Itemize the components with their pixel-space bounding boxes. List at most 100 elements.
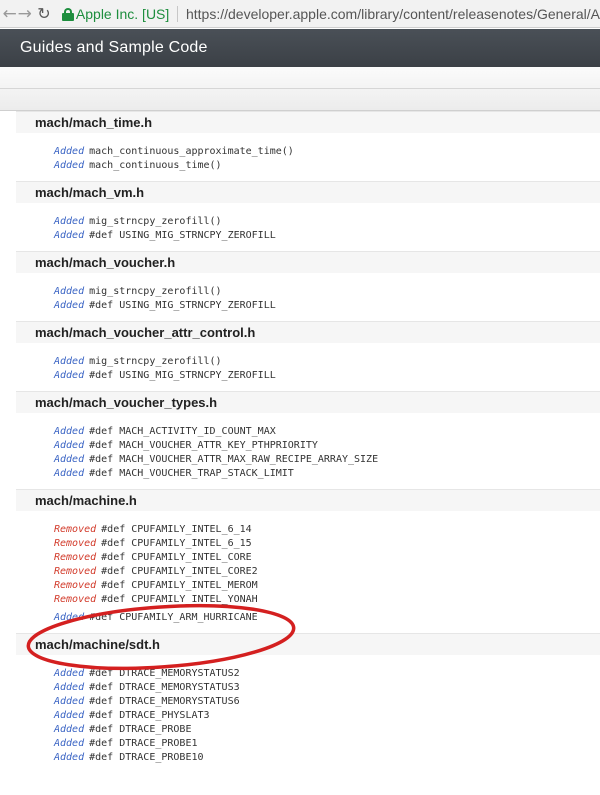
change-tag: Added xyxy=(54,752,85,763)
subbar-divider xyxy=(0,88,600,89)
change-line: Removed #def CPUFAMILY_INTEL_6_14 xyxy=(54,523,600,537)
change-line: Removed #def CPUFAMILY_INTEL_YONAH xyxy=(54,593,600,607)
change-line: Added #def DTRACE_MEMORYSTATUS6 xyxy=(54,695,600,709)
symbol-code: mach_continuous_approximate_time() xyxy=(89,146,294,157)
change-line: Added #def USING_MIG_STRNCPY_ZEROFILL xyxy=(54,229,600,243)
symbol-code: #def CPUFAMILY_INTEL_MEROM xyxy=(101,580,258,591)
section-lines: Added mig_strncpy_zerofill() Added #def USI… xyxy=(16,273,600,321)
header-subbar xyxy=(0,67,600,111)
symbol-code: #def MACH_VOUCHER_TRAP_STACK_LIMIT xyxy=(89,468,294,479)
change-line: Added #def DTRACE_PHYSLAT3 xyxy=(54,709,600,723)
symbol-code: #def DTRACE_PROBE10 xyxy=(89,752,204,763)
symbol-code: #def DTRACE_PROBE xyxy=(89,724,192,735)
symbol-code: #def USING_MIG_STRNCPY_ZEROFILL xyxy=(89,230,276,241)
symbol-code: #def DTRACE_MEMORYSTATUS6 xyxy=(89,696,240,707)
symbol-code: #def DTRACE_PROBE1 xyxy=(89,738,198,749)
change-tag: Added xyxy=(54,710,85,721)
change-tag: Added xyxy=(54,682,85,693)
symbol-code: #def MACH_VOUCHER_ATTR_KEY_PTHPRIORITY xyxy=(89,440,318,451)
back-arrow-icon[interactable]: ← xyxy=(2,3,17,25)
change-line: Added #def MACH_VOUCHER_TRAP_STACK_LIMIT xyxy=(54,467,600,481)
change-tag: Added xyxy=(54,696,85,707)
section-header: mach/mach_time.h xyxy=(16,111,600,133)
change-line: Added mig_strncpy_zerofill() xyxy=(54,285,600,299)
symbol-code: #def MACH_ACTIVITY_ID_COUNT_MAX xyxy=(89,426,276,437)
symbol-code: mach_continuous_time() xyxy=(89,160,222,171)
site-identity[interactable]: Apple Inc. [US] xyxy=(76,6,169,22)
release-notes-content: mach/mach_time.h Added mach_continuous_app… xyxy=(16,111,600,773)
change-tag: Added xyxy=(54,668,85,679)
change-line: Added #def DTRACE_MEMORYSTATUS2 xyxy=(54,667,600,681)
symbol-code: #def DTRACE_MEMORYSTATUS2 xyxy=(89,668,240,679)
change-line: Added mach_continuous_approximate_time() xyxy=(54,145,600,159)
section-lines: Added #def DTRACE_MEMORYSTATUS2 Added #def … xyxy=(16,655,600,773)
section-header: mach/mach_voucher_attr_control.h xyxy=(16,321,600,343)
symbol-code: #def USING_MIG_STRNCPY_ZEROFILL xyxy=(89,300,276,311)
change-line: Added #def MACH_ACTIVITY_ID_COUNT_MAX xyxy=(54,425,600,439)
section-lines: Added #def MACH_ACTIVITY_ID_COUNT_MAX Adde… xyxy=(16,413,600,489)
browser-address-bar: ← → ↻ Apple Inc. [US] https://developer.… xyxy=(0,0,600,28)
change-tag: Removed xyxy=(54,538,97,549)
change-line: Added #def USING_MIG_STRNCPY_ZEROFILL xyxy=(54,369,600,383)
change-tag: Removed xyxy=(54,594,97,605)
section-lines: Removed #def CPUFAMILY_INTEL_6_14 Removed #… xyxy=(16,511,600,633)
symbol-code: #def DTRACE_PHYSLAT3 xyxy=(89,710,210,721)
symbol-code: #def CPUFAMILY_INTEL_YONAH xyxy=(101,594,258,605)
change-line: Added mig_strncpy_zerofill() xyxy=(54,215,600,229)
change-tag: Added xyxy=(54,300,85,311)
section-lines: Added mach_continuous_approximate_time() A… xyxy=(16,133,600,181)
change-tag: Added xyxy=(54,612,85,623)
url-field[interactable]: https://developer.apple.com/library/cont… xyxy=(186,6,600,22)
symbol-code: #def DTRACE_MEMORYSTATUS3 xyxy=(89,682,240,693)
symbol-code: mig_strncpy_zerofill() xyxy=(89,216,222,227)
change-tag: Added xyxy=(54,146,85,157)
section-header: mach/machine.h xyxy=(16,489,600,511)
change-line: Removed #def CPUFAMILY_INTEL_CORE2 xyxy=(54,565,600,579)
header-title[interactable]: Guides and Sample Code xyxy=(20,39,208,57)
change-tag: Added xyxy=(54,426,85,437)
change-line: Added #def CPUFAMILY_ARM_HURRICANE xyxy=(54,611,600,625)
change-tag: Added xyxy=(54,738,85,749)
change-line: Removed #def CPUFAMILY_INTEL_6_15 xyxy=(54,537,600,551)
address-separator xyxy=(177,5,178,22)
change-tag: Added xyxy=(54,356,85,367)
symbol-code: mig_strncpy_zerofill() xyxy=(89,286,222,297)
change-tag: Removed xyxy=(54,552,97,563)
change-tag: Removed xyxy=(54,524,97,535)
change-tag: Added xyxy=(54,440,85,451)
symbol-code: #def CPUFAMILY_INTEL_CORE2 xyxy=(101,566,258,577)
lock-icon xyxy=(61,7,74,21)
change-line: Added #def MACH_VOUCHER_ATTR_MAX_RAW_RECI… xyxy=(54,453,600,467)
change-tag: Added xyxy=(54,286,85,297)
symbol-code: mig_strncpy_zerofill() xyxy=(89,356,222,367)
change-line: Added #def MACH_VOUCHER_ATTR_KEY_PTHPRIOR… xyxy=(54,439,600,453)
symbol-code: #def CPUFAMILY_INTEL_6_15 xyxy=(101,538,252,549)
change-line: Added #def USING_MIG_STRNCPY_ZEROFILL xyxy=(54,299,600,313)
section-header: mach/machine/sdt.h xyxy=(16,633,600,655)
change-tag: Added xyxy=(54,724,85,735)
section-header: mach/mach_voucher.h xyxy=(16,251,600,273)
site-header: Guides and Sample Code xyxy=(0,29,600,67)
change-tag: Removed xyxy=(54,580,97,591)
symbol-code: #def CPUFAMILY_ARM_HURRICANE xyxy=(89,612,258,623)
change-line: Added mach_continuous_time() xyxy=(54,159,600,173)
change-tag: Added xyxy=(54,370,85,381)
change-line: Added mig_strncpy_zerofill() xyxy=(54,355,600,369)
symbol-code: #def USING_MIG_STRNCPY_ZEROFILL xyxy=(89,370,276,381)
section-header: mach/mach_voucher_types.h xyxy=(16,391,600,413)
forward-arrow-icon[interactable]: → xyxy=(17,3,32,25)
change-line: Added #def DTRACE_PROBE10 xyxy=(54,751,600,765)
change-tag: Added xyxy=(54,468,85,479)
change-tag: Added xyxy=(54,216,85,227)
change-line: Added #def DTRACE_PROBE1 xyxy=(54,737,600,751)
section-header: mach/mach_vm.h xyxy=(16,181,600,203)
section-lines: Added mig_strncpy_zerofill() Added #def USI… xyxy=(16,203,600,251)
section-lines: Added mig_strncpy_zerofill() Added #def USI… xyxy=(16,343,600,391)
change-tag: Added xyxy=(54,230,85,241)
change-line: Added #def DTRACE_PROBE xyxy=(54,723,600,737)
change-line: Added #def DTRACE_MEMORYSTATUS3 xyxy=(54,681,600,695)
reload-icon[interactable]: ↻ xyxy=(36,3,51,25)
symbol-code: #def MACH_VOUCHER_ATTR_MAX_RAW_RECIPE_AR… xyxy=(89,454,379,465)
change-line: Removed #def CPUFAMILY_INTEL_MEROM xyxy=(54,579,600,593)
symbol-code: #def CPUFAMILY_INTEL_6_14 xyxy=(101,524,252,535)
